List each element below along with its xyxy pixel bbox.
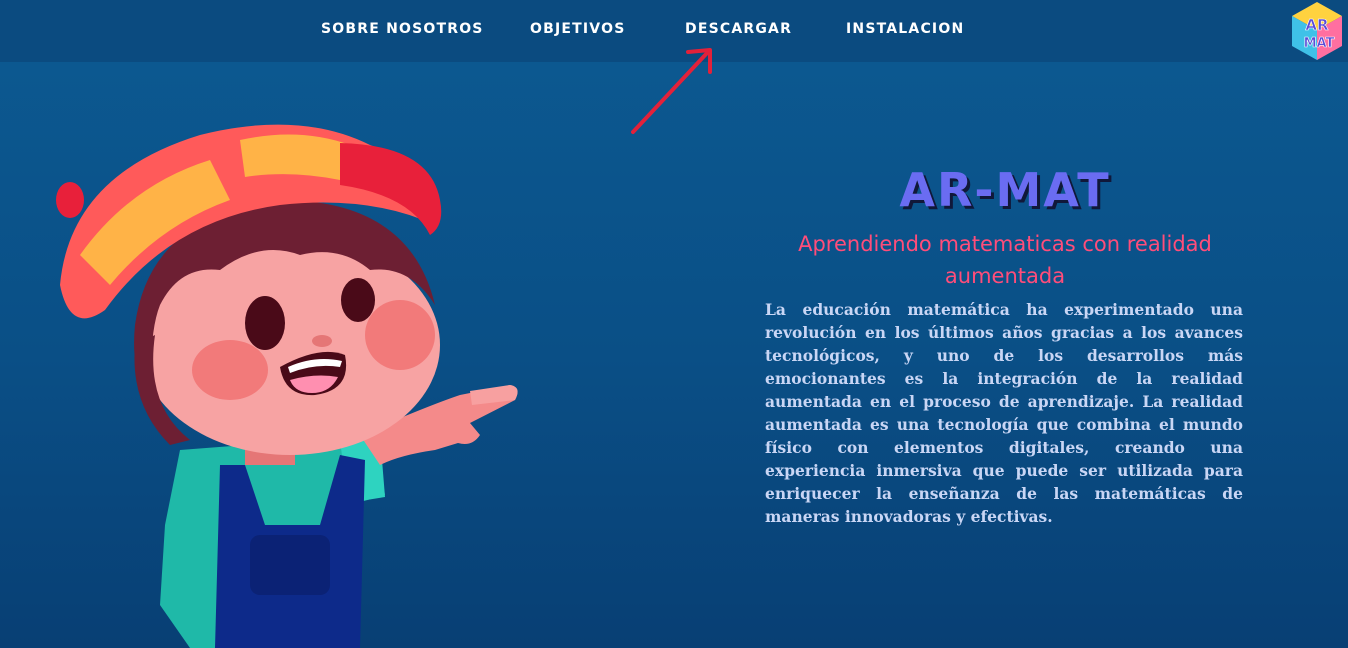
logo-text-ar: AR xyxy=(1305,16,1329,34)
hero-description: La educación matemática ha experimentado… xyxy=(765,300,1243,526)
hero-subtitle: Aprendiendo matematicas con realidad aum… xyxy=(798,232,1212,288)
ar-mat-logo-icon[interactable]: AR MAT xyxy=(1288,0,1346,62)
nav-link-sobre-nosotros[interactable]: SOBRE NOSOTROS xyxy=(321,21,484,37)
nav-link-instalacion[interactable]: INSTALACION xyxy=(846,21,964,37)
nav-link-objetivos[interactable]: OBJETIVOS xyxy=(530,21,625,37)
logo-text-mat: MAT xyxy=(1304,36,1335,51)
nav-link-descargar[interactable]: DESCARGAR xyxy=(685,21,792,37)
red-arrow-icon xyxy=(631,48,712,134)
cartoon-boy-illustration xyxy=(56,124,518,648)
hero-title: AR-MAT xyxy=(899,163,1111,217)
